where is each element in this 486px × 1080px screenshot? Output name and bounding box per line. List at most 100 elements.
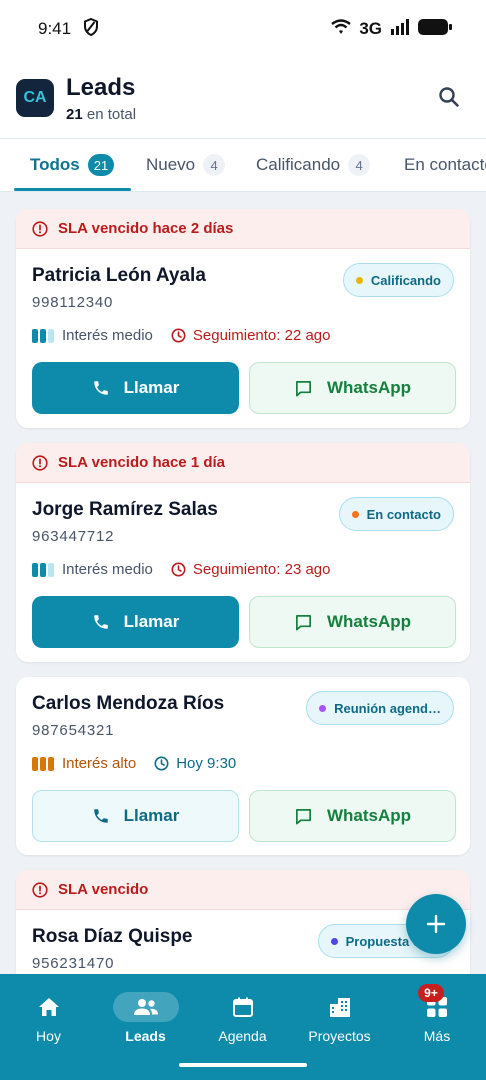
sla-text: SLA vencido hace 1 día [58, 454, 225, 471]
nav-item-agenda[interactable]: Agenda [194, 974, 291, 1044]
search-icon [439, 87, 459, 107]
status-dot [330, 937, 338, 945]
interest-level: Interés medio [32, 327, 153, 344]
tab-count: 4 [203, 154, 226, 176]
call-button[interactable]: Llamar [32, 596, 239, 648]
nav-item-proyectos[interactable]: Proyectos [291, 974, 388, 1044]
filter-tabs: Todos 21 Nuevo 4 Calificando 4 En contac… [0, 138, 486, 192]
status-dot [351, 510, 359, 518]
lead-meta: Interés alto Hoy 9:30 [32, 755, 236, 772]
follow-up: Seguimiento: 23 ago [171, 561, 331, 578]
nav-label: Leads [125, 1028, 166, 1044]
whatsapp-button[interactable]: WhatsApp [249, 790, 456, 842]
tab-label: Nuevo [146, 155, 196, 174]
lead-phone: 998112340 [32, 294, 114, 311]
shield-icon [83, 17, 99, 41]
tab-count: 4 [348, 154, 371, 176]
tab-label: En contacto [404, 155, 486, 174]
call-label: Llamar [123, 612, 180, 631]
lead-actions: Llamar WhatsApp [32, 362, 456, 414]
nav-item-hoy[interactable]: Hoy [0, 974, 97, 1044]
home-indicator[interactable] [179, 1063, 307, 1067]
sla-text: SLA vencido [58, 881, 149, 898]
lead-meta: Interés medio Seguimiento: 23 ago [32, 561, 331, 578]
tab-nuevo[interactable]: Nuevo 4 [146, 139, 226, 191]
follow-up-text: Hoy 9:30 [176, 755, 237, 772]
lead-list[interactable]: SLA vencido hace 2 días Patricia León Ay… [0, 192, 486, 974]
status-text: Reunión agend… [334, 700, 441, 716]
interest-text: Interés medio [62, 561, 153, 578]
lead-total: 21 en total [66, 106, 136, 123]
call-button[interactable]: Llamar [32, 362, 239, 414]
add-lead-button[interactable] [406, 894, 466, 954]
tab-count: 21 [87, 154, 115, 176]
notification-badge: 9+ [418, 984, 444, 1002]
lead-card[interactable]: SLA vencido hace 1 día Jorge Ramírez Sal… [16, 443, 470, 662]
app-header: CA Leads 21 en total [0, 58, 486, 138]
nav-label: Hoy [36, 1028, 61, 1044]
follow-up-text: Seguimiento: 23 ago [192, 561, 331, 578]
clock-icon [171, 328, 186, 343]
alert-circle-icon [32, 881, 48, 898]
sla-alert: SLA vencido hace 1 día [16, 443, 470, 483]
lead-phone: 956231470 [32, 955, 115, 972]
nav-label: Agenda [218, 1028, 267, 1044]
nav-label: Más [423, 1028, 451, 1044]
lead-phone: 987654321 [32, 722, 115, 739]
tab-en-contacto[interactable]: En contacto [404, 139, 486, 191]
whatsapp-label: WhatsApp [326, 806, 412, 825]
home-icon [38, 992, 60, 1022]
interest-level: Interés alto [32, 755, 136, 772]
lead-name: Carlos Mendoza Ríos [32, 693, 225, 714]
status-badge: Calificando [342, 263, 454, 297]
lead-total-count: 21 [66, 105, 83, 123]
tab-calificando[interactable]: Calificando 4 [256, 139, 371, 191]
tab-label: Todos [30, 155, 80, 174]
message-icon [295, 380, 311, 396]
status-text: En contacto [366, 506, 441, 522]
battery-icon [418, 18, 452, 40]
call-button[interactable]: Llamar [32, 790, 239, 842]
status-time: 9:41 [38, 19, 72, 38]
lead-card[interactable]: SLA vencido Rosa Díaz Quispe 956231470 P… [16, 870, 470, 974]
status-left: 9:41 [38, 17, 99, 41]
calendar-icon [232, 992, 254, 1022]
follow-up-text: Seguimiento: 22 ago [192, 327, 331, 344]
search-button[interactable] [438, 86, 460, 108]
whatsapp-button[interactable]: WhatsApp [249, 596, 456, 648]
users-icon [112, 992, 179, 1022]
network-label: 3G [359, 19, 382, 38]
lead-name: Jorge Ramírez Salas [32, 499, 218, 520]
lead-card[interactable]: Carlos Mendoza Ríos 987654321 Reunión ag… [16, 677, 470, 855]
interest-text: Interés alto [62, 755, 137, 772]
interest-level: Interés medio [32, 561, 153, 578]
sla-text: SLA vencido hace 2 días [58, 220, 234, 237]
lead-card[interactable]: SLA vencido hace 2 días Patricia León Ay… [16, 209, 470, 428]
avatar[interactable]: CA [16, 79, 54, 117]
nav-item-mas[interactable]: Más 9+ [388, 974, 486, 1044]
lead-name: Patricia León Ayala [32, 265, 206, 286]
lead-phone: 963447712 [32, 528, 115, 545]
lead-name: Rosa Díaz Quispe [32, 926, 193, 947]
message-icon [295, 614, 311, 630]
lead-total-suffix: en total [86, 105, 137, 123]
sla-alert: SLA vencido hace 2 días [16, 209, 470, 249]
interest-text: Interés medio [62, 327, 153, 344]
wifi-icon [331, 18, 352, 40]
nav-label: Proyectos [308, 1028, 371, 1044]
status-dot [355, 276, 363, 284]
follow-up: Seguimiento: 22 ago [171, 327, 331, 344]
call-label: Llamar [123, 806, 180, 825]
phone-icon [93, 381, 108, 395]
status-badge: Reunión agend… [306, 691, 454, 725]
lead-meta: Interés medio Seguimiento: 22 ago [32, 327, 331, 344]
whatsapp-button[interactable]: WhatsApp [249, 362, 456, 414]
nav-item-leads[interactable]: Leads [97, 974, 194, 1044]
interest-bars-icon [32, 328, 54, 343]
interest-bars-icon [32, 562, 54, 577]
follow-up: Hoy 9:30 [154, 755, 236, 772]
phone-icon [93, 615, 108, 629]
status-dot [319, 704, 327, 712]
tab-label: Calificando [256, 155, 341, 174]
tab-todos[interactable]: Todos 21 [30, 139, 115, 191]
